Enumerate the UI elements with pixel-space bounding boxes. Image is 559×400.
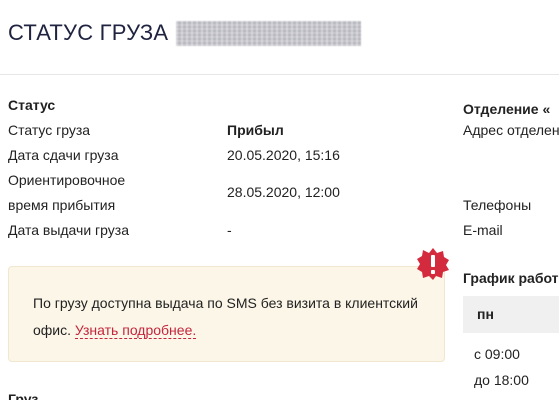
schedule-open-time: с 09:00 [474, 346, 520, 362]
delivery-date-label: Дата выдачи груза [8, 222, 129, 238]
status-heading: Статус [8, 97, 56, 113]
learn-more-link[interactable]: Узнать подробнее. [74, 322, 197, 339]
office-phones-label: Телефоны [463, 197, 532, 213]
page-title: СТАТУС ГРУЗА [8, 20, 169, 45]
sms-pickup-notice: По грузу доступна выдача по SMS без визи… [8, 266, 445, 362]
status-label: Статус груза [8, 122, 91, 138]
handover-date-label: Дата сдачи груза [8, 147, 119, 163]
redacted-tracking-number [176, 20, 362, 46]
cargo-status-page: СТАТУС ГРУЗА Статус Статус груза Прибыл … [0, 0, 559, 400]
arrival-time-value: 28.05.2020, 12:00 [227, 184, 340, 200]
handover-date-value: 20.05.2020, 15:16 [227, 147, 340, 163]
notice-text-block: По грузу доступна выдача по SMS без визи… [33, 290, 433, 344]
delivery-date-value: - [227, 222, 232, 238]
schedule-heading: График работ [463, 270, 559, 286]
office-address-label: Адрес отделен [463, 122, 559, 138]
warning-exclamation-icon [417, 248, 449, 280]
header-divider [0, 74, 559, 75]
cargo-heading: Груз [8, 391, 39, 400]
title-row: СТАТУС ГРУЗА [8, 20, 362, 46]
schedule-day-monday: пн [477, 306, 494, 322]
arrival-time-label-line2: время прибытия [8, 197, 116, 213]
office-email-label: E-mail [463, 222, 503, 238]
arrival-time-label-line1: Ориентировочное [8, 172, 126, 188]
schedule-close-time: до 18:00 [474, 372, 529, 388]
status-value: Прибыл [227, 122, 284, 138]
